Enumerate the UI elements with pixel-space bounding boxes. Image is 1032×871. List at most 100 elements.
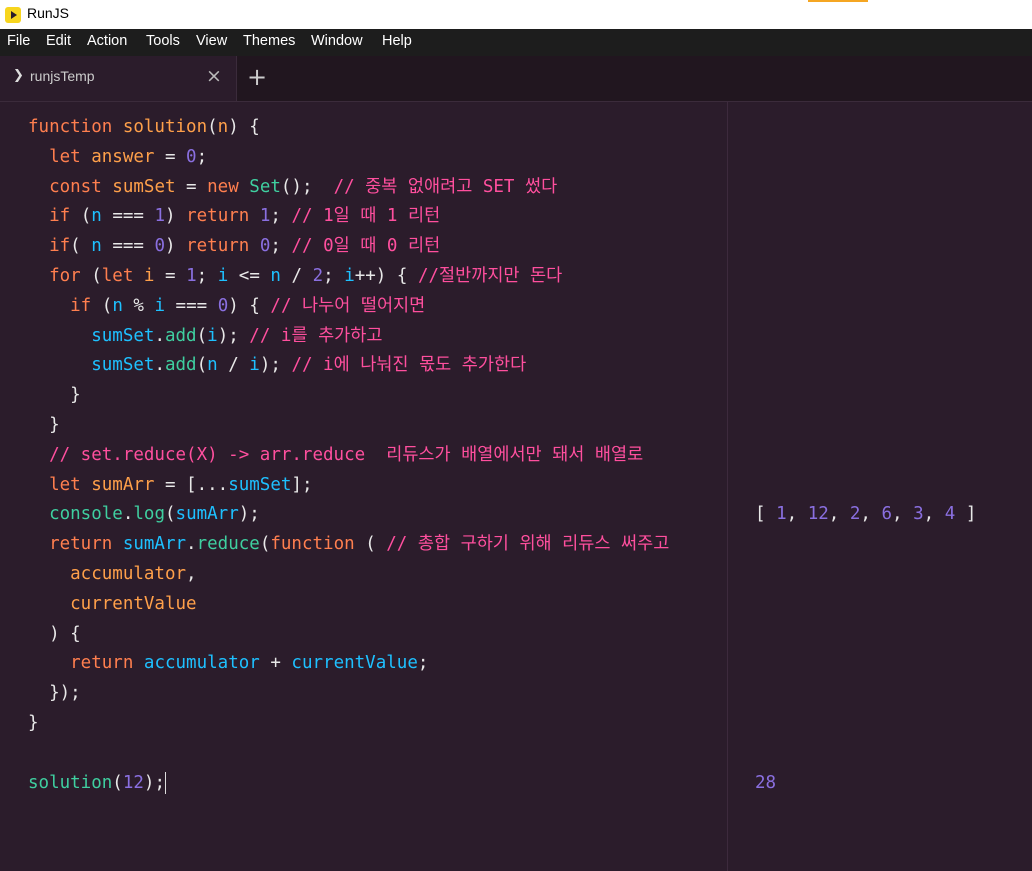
code-line[interactable]: } <box>28 711 39 735</box>
code-token: ); <box>259 355 292 376</box>
code-token: ) <box>165 236 187 257</box>
menu-view[interactable]: View <box>196 33 227 49</box>
code-token: 2 <box>312 266 324 286</box>
menu-window[interactable]: Window <box>311 33 363 49</box>
code-token: } <box>28 415 60 435</box>
code-line[interactable]: const sumSet = new Set(); // 중복 없애려고 SET… <box>28 175 557 199</box>
tab-runjstemp[interactable]: ❯ runjsTemp × <box>0 56 237 101</box>
code-token: return <box>28 653 144 674</box>
app-logo-icon <box>5 7 21 23</box>
code-token: sumArr <box>175 504 239 525</box>
console-log-result: [ 1, 12, 2, 6, 3, 4 ] <box>755 502 976 526</box>
code-line[interactable]: solution(12); <box>28 771 166 795</box>
code-token: ; <box>196 146 208 167</box>
code-editor[interactable]: function solution(n) { let answer = 0; c… <box>0 102 727 871</box>
code-token: ) { <box>228 295 271 316</box>
code-token: ); <box>143 772 165 793</box>
code-line[interactable]: return sumArr.reduce(function ( // 총합 구하… <box>28 532 669 556</box>
result-token: 12 <box>807 504 829 525</box>
code-token: , <box>186 564 197 584</box>
code-line[interactable]: if( n === 0) return 0; // 0일 때 0 리턴 <box>28 234 440 258</box>
code-token: i <box>143 266 155 286</box>
code-token: ( <box>207 117 218 137</box>
code-line[interactable]: } <box>28 383 81 407</box>
code-line[interactable]: let answer = 0; <box>28 145 207 169</box>
code-token: new <box>207 176 250 197</box>
code-token: i <box>344 266 355 286</box>
title-accent <box>808 0 868 2</box>
result-token: , <box>923 504 945 525</box>
code-line[interactable]: }); <box>28 681 81 705</box>
result-token: , <box>892 504 914 525</box>
code-token: n <box>270 266 281 286</box>
menu-themes[interactable]: Themes <box>243 33 295 49</box>
code-line[interactable]: for (let i = 1; i <= n / 2; i++) { //절반까… <box>28 264 562 288</box>
code-token: ) <box>165 206 187 227</box>
code-token: . <box>154 355 165 376</box>
code-line[interactable]: let sumArr = [...sumSet]; <box>28 473 312 497</box>
code-line[interactable]: function solution(n) { <box>28 115 260 139</box>
code-line[interactable]: console.log(sumArr); <box>28 502 260 526</box>
code-line[interactable]: sumSet.add(n / i); // i에 나눠진 몫도 추가한다 <box>28 353 526 377</box>
code-token: ; <box>417 653 429 674</box>
code-line[interactable]: currentValue <box>28 592 196 616</box>
code-line[interactable]: if (n % i === 0) { // 나누어 떨어지면 <box>28 294 425 318</box>
menu-tools[interactable]: Tools <box>146 33 180 49</box>
code-token: function <box>270 534 355 555</box>
code-token: = [... <box>154 474 229 495</box>
code-token: let <box>28 474 92 495</box>
code-token: n <box>112 295 123 316</box>
code-token: let <box>28 146 92 167</box>
code-token: / <box>217 355 250 376</box>
code-line[interactable]: ) { <box>28 622 81 646</box>
code-token: console <box>28 504 123 525</box>
code-token: add <box>164 355 197 376</box>
code-line[interactable]: return accumulator + currentValue; <box>28 651 428 675</box>
code-token: i <box>154 295 166 316</box>
new-tab-plus-icon[interactable]: + <box>247 63 267 91</box>
code-line[interactable]: accumulator, <box>28 562 197 586</box>
code-line[interactable]: // set.reduce(X) -> arr.reduce 리듀스가 배열에서… <box>28 443 643 467</box>
code-token: solution <box>122 117 208 137</box>
menu-file[interactable]: File <box>7 33 30 49</box>
code-token: if <box>28 295 102 316</box>
code-token: i <box>249 355 260 376</box>
code-token: sumSet <box>112 176 176 197</box>
code-token: log <box>133 504 165 525</box>
code-token: solution <box>28 772 113 793</box>
code-token: ( <box>196 325 208 346</box>
result-token: , <box>860 504 882 525</box>
code-token: 0 <box>259 236 271 257</box>
code-token: ( <box>164 504 176 525</box>
code-token: if <box>28 206 81 227</box>
code-token: 0 <box>154 236 166 257</box>
code-token: answer <box>91 146 155 167</box>
code-token: ) { <box>228 117 260 137</box>
menu-edit[interactable]: Edit <box>46 33 71 49</box>
code-token: if <box>28 236 71 257</box>
code-token: ( <box>91 266 102 286</box>
tab-bar: ❯ runjsTemp × + <box>0 56 1032 102</box>
code-token: //절반까지만 돈다 <box>417 266 563 286</box>
code-line[interactable]: sumSet.add(i); // i를 추가하고 <box>28 324 382 348</box>
result-token: [ <box>755 504 777 525</box>
code-token: function <box>28 117 123 137</box>
code-token: ); <box>238 504 260 525</box>
close-icon[interactable]: × <box>206 65 222 87</box>
code-token: // 나누어 떨어지면 <box>270 295 426 316</box>
code-token: ( <box>196 355 208 376</box>
tab-label: runjsTemp <box>30 68 95 84</box>
menu-action[interactable]: Action <box>87 33 127 49</box>
code-line[interactable]: } <box>28 413 60 437</box>
code-token: . <box>154 325 165 346</box>
code-line[interactable]: if (n === 1) return 1; // 1일 때 1 리턴 <box>28 204 440 228</box>
code-token: = <box>175 176 208 197</box>
code-token: 12 <box>122 772 144 793</box>
code-token: ; <box>270 236 292 257</box>
code-token: const <box>28 176 113 197</box>
code-token: sumSet <box>91 355 155 376</box>
menu-help[interactable]: Help <box>382 33 412 49</box>
title-bar: RunJS <box>0 0 1032 29</box>
code-token: // i를 추가하고 <box>249 325 383 346</box>
